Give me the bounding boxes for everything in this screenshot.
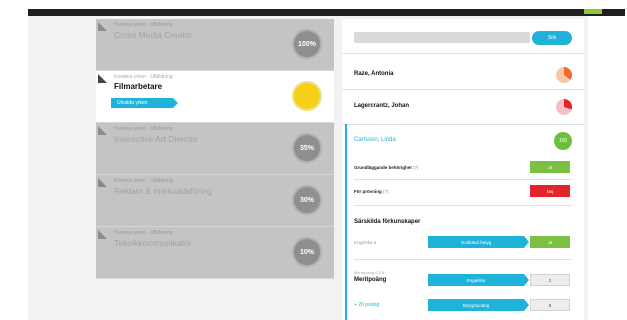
applicant-panel: Sök Raze, Antonia Lagercrantz, Johan Car… (342, 19, 584, 320)
requirement-row-label: För prövning (?) (354, 189, 389, 194)
requirement-row-label: Grundläggande behörighet (?) (354, 165, 419, 170)
divider (342, 89, 584, 90)
program-list: Kreativa yrken · Utbildning Cross Media … (96, 19, 334, 279)
applicant-name[interactable]: Lagercrantz, Johan (354, 103, 409, 109)
score-pie-icon (556, 67, 572, 83)
program-category: Kreativa yrken · Utbildning (114, 126, 173, 132)
progress-ring: 30% (292, 185, 322, 215)
merit-label: Meritpoäng (354, 277, 387, 283)
corner-marker-icon (98, 178, 107, 187)
requirement-label: För prövning (354, 189, 382, 194)
selected-score-badge: 100 (554, 132, 572, 150)
requirement-no-pill[interactable]: Nej (530, 185, 570, 197)
progress-ring: 35% (292, 133, 322, 163)
corner-marker-icon (98, 74, 107, 83)
program-card-cross-media[interactable]: Kreativa yrken · Utbildning Cross Media … (96, 19, 334, 71)
selected-applicant-name[interactable]: Carlsson, Linda (354, 137, 396, 143)
requirement-label: Engelska 6 (354, 240, 377, 245)
top-bar-accent (584, 9, 602, 14)
program-category: Kreativa yrken · Utbildning (114, 74, 173, 80)
corner-marker-icon (98, 22, 107, 31)
program-card-filmarbetare[interactable]: Kreativa yrken · Utbildning Filmarbetare… (96, 71, 334, 123)
applicant-name[interactable]: Raze, Antonia (354, 71, 393, 77)
requirement-label: Grundläggande behörighet (354, 165, 412, 170)
program-category: Kreativa yrken · Utbildning (114, 22, 173, 28)
section-title: Särskilda förkunskaper (354, 219, 421, 225)
merit-bar-english[interactable]: Engelska (428, 274, 529, 286)
help-icon[interactable]: (?) (413, 165, 419, 170)
progress-ring: 100% (292, 29, 322, 59)
merit-small-label: Meritpoäng 0-2.5 (354, 270, 385, 275)
program-card-teknikkommunikator[interactable]: Kreativa yrken · Utbildning Teknikkommun… (96, 227, 334, 279)
divider (354, 259, 572, 260)
program-name: Reklam & marknadsföring (114, 186, 212, 196)
program-name: Interactive Art Director (114, 134, 199, 144)
selected-indicator (345, 124, 347, 320)
score-pie-icon (556, 99, 572, 115)
divider (354, 205, 572, 206)
progress-ring (292, 81, 322, 111)
program-name: Filmarbetare (114, 82, 163, 91)
corner-marker-icon (98, 126, 107, 135)
requirement-yes-pill[interactable]: Ja (530, 161, 570, 173)
program-category: Kreativa yrken · Utbildning (114, 230, 173, 236)
divider (342, 124, 584, 125)
merit-count-box[interactable]: 8 (530, 299, 570, 311)
divider (342, 53, 584, 54)
merit-bar-grades[interactable]: Betygspoäng (428, 299, 529, 311)
program-card-reklam[interactable]: Kreativa yrken · Utbildning Reklam & mar… (96, 175, 334, 227)
merit-count-box[interactable]: 2 (530, 274, 570, 286)
corner-marker-icon (98, 230, 107, 239)
grade-bar[interactable]: Godkänd betyg (428, 236, 529, 248)
help-icon[interactable]: (?) (383, 189, 389, 194)
program-category: Kreativa yrken · Utbildning (114, 178, 173, 184)
divider (354, 179, 572, 180)
program-name: Cross Media Creator (114, 30, 193, 40)
program-card-interactive-art-director[interactable]: Kreativa yrken · Utbildning Interactive … (96, 123, 334, 175)
program-name: Teknikkommunikatör (114, 238, 192, 248)
program-tag-button[interactable]: Utvalda yrken (111, 98, 178, 108)
grade-yes-tab[interactable]: Ja (530, 236, 570, 248)
search-button[interactable]: Sök (532, 31, 572, 45)
top-bar (28, 9, 625, 16)
progress-ring: 10% (292, 237, 322, 267)
search-input[interactable] (354, 32, 530, 43)
extra-points-link[interactable]: + 20 poäng (354, 302, 379, 308)
